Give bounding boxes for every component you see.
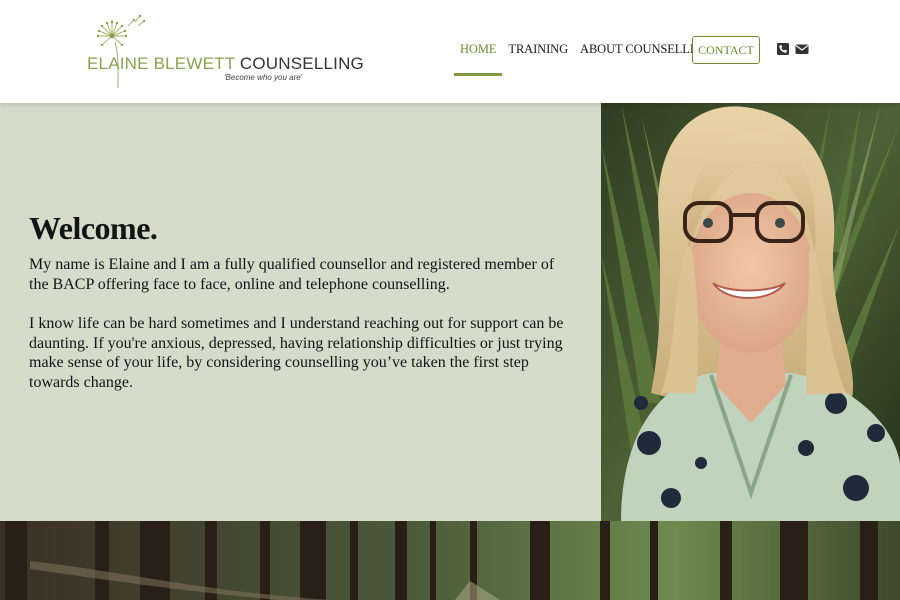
forest-banner-image	[0, 521, 900, 600]
mail-icon[interactable]	[795, 42, 809, 56]
brand-name: ELAINE BLEWETT COUNSELLING	[87, 54, 364, 74]
contact-button[interactable]: CONTACT	[692, 36, 760, 64]
site-logo[interactable]: ELAINE BLEWETT COUNSELLING 'Become who y…	[84, 12, 364, 92]
support-paragraph: I know life can be hard sometimes and I …	[29, 315, 564, 391]
brand-name-first: ELAINE BLEWETT	[87, 54, 235, 73]
brand-name-second: COUNSELLING	[234, 54, 364, 73]
nav-item-home[interactable]: HOME	[454, 40, 503, 76]
brand-tagline: 'Become who you are'	[224, 73, 303, 82]
welcome-section: Welcome. My name is Elaine and I am a fu…	[0, 103, 601, 521]
intro-paragraph: My name is Elaine and I am a fully quali…	[29, 256, 555, 293]
portrait-photo	[601, 103, 900, 521]
main-nav: HOME TRAINING ABOUT COUNSELLING	[454, 40, 718, 76]
nav-item-training[interactable]: TRAINING	[502, 40, 574, 76]
page-title: Welcome.	[29, 210, 158, 246]
site-header: ELAINE BLEWETT COUNSELLING 'Become who y…	[0, 0, 900, 103]
dandelion-icon	[96, 14, 146, 89]
phone-icon[interactable]	[776, 42, 790, 56]
